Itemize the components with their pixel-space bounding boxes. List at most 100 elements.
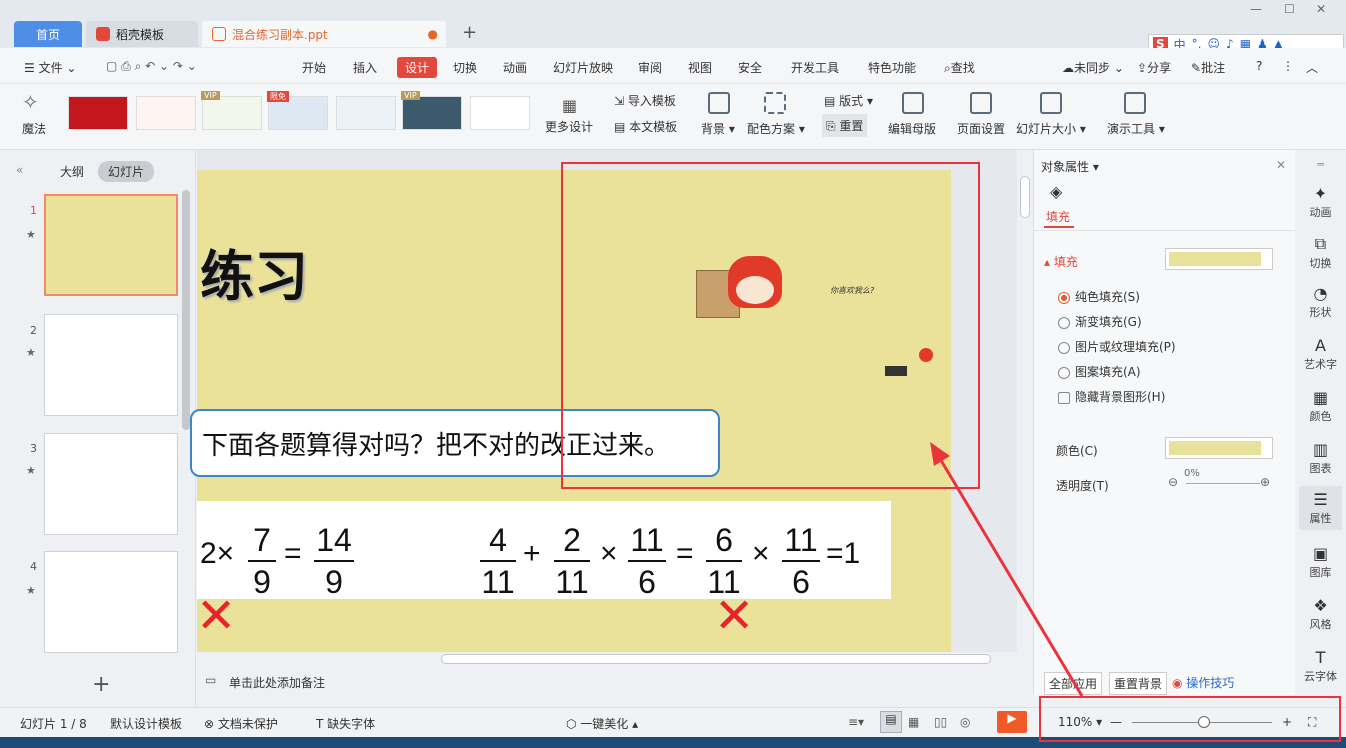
transparency-slider[interactable] bbox=[1186, 483, 1260, 484]
horizontal-scrollbar[interactable] bbox=[197, 652, 1017, 666]
protection-status[interactable]: ⊗ 文档未保护 bbox=[204, 715, 278, 732]
design-thumb-7[interactable] bbox=[470, 96, 530, 130]
slides-scrollbar[interactable] bbox=[182, 190, 190, 430]
more-button[interactable]: ⋮ bbox=[1282, 59, 1294, 73]
fill-tab[interactable]: 填充 bbox=[1046, 208, 1070, 225]
missing-font-button[interactable]: T 缺失字体 bbox=[316, 715, 375, 732]
sidebar-gallery[interactable]: ▣ 图库 bbox=[1295, 544, 1346, 580]
color-dropdown[interactable] bbox=[1165, 437, 1273, 459]
eq1-frac1: 79 bbox=[248, 522, 276, 600]
reset-button[interactable]: ⎘ 重置 bbox=[822, 114, 868, 137]
sidebar-chart[interactable]: ▥ 图表 bbox=[1295, 440, 1346, 476]
vertical-scroll-thumb[interactable] bbox=[1020, 176, 1030, 218]
text-template-button[interactable]: ▤ 本文模板 bbox=[614, 118, 677, 135]
design-thumb-6[interactable]: VIP bbox=[401, 91, 462, 130]
add-slide-button[interactable]: + bbox=[92, 672, 110, 697]
solid-fill-radio[interactable]: 纯色填充(S) bbox=[1058, 288, 1140, 305]
tab-home[interactable]: 首页 bbox=[14, 21, 82, 47]
slide-thumbnail-2[interactable] bbox=[44, 314, 178, 416]
notes-view-button[interactable]: ≡▾ bbox=[848, 715, 864, 729]
magic-button[interactable]: 魔法 bbox=[22, 120, 46, 137]
color-scheme-button[interactable]: 配色方案 ▾ bbox=[747, 120, 805, 137]
notes-bar[interactable]: ▭ 单击此处添加备注 bbox=[197, 668, 1033, 696]
normal-view-button[interactable]: ▤ bbox=[880, 711, 902, 733]
design-thumb-1[interactable] bbox=[68, 96, 128, 130]
properties-header[interactable]: 对象属性 ▾ bbox=[1041, 158, 1099, 175]
file-menu[interactable]: ☰ 文件 ⌄ bbox=[24, 59, 76, 76]
sorter-view-button[interactable]: ▦ bbox=[908, 715, 919, 729]
edit-master-button[interactable]: 编辑母版 bbox=[888, 120, 936, 137]
layout-button[interactable]: ▤ 版式 ▾ bbox=[824, 92, 873, 109]
design-template-label[interactable]: 默认设计模板 bbox=[110, 715, 182, 732]
sidebar-properties[interactable]: ☰ 属性 bbox=[1299, 486, 1342, 530]
sidebar-transition[interactable]: ⧉ 切换 bbox=[1295, 234, 1346, 271]
menu-security[interactable]: 安全 bbox=[738, 59, 762, 76]
present-tools-button[interactable]: 演示工具 ▾ bbox=[1107, 120, 1165, 137]
sidebar-colors[interactable]: ▦ 颜色 bbox=[1295, 388, 1346, 424]
sidebar-wordart[interactable]: A 艺术字 bbox=[1295, 336, 1346, 372]
fill-color-dropdown[interactable] bbox=[1165, 248, 1273, 270]
minimize-button[interactable]: — bbox=[1250, 2, 1262, 16]
sync-status[interactable]: ☁未同步 ⌄ bbox=[1062, 59, 1124, 76]
presenter-view-button[interactable]: ◎ bbox=[960, 715, 970, 729]
menu-design[interactable]: 设计 bbox=[397, 57, 438, 78]
transparency-minus-button[interactable]: ⊖ bbox=[1168, 475, 1178, 489]
sidebar-shapes[interactable]: ◔ 形状 bbox=[1295, 284, 1346, 320]
tab-document[interactable]: 混合练习副本.ppt ● bbox=[202, 21, 446, 47]
collapse-ribbon-button[interactable]: ︿ bbox=[1306, 59, 1318, 76]
picture-fill-radio[interactable]: 图片或纹理填充(P) bbox=[1058, 338, 1176, 355]
beautify-button[interactable]: ⬡ 一键美化 ▴ bbox=[566, 715, 638, 732]
more-design-button[interactable]: 更多设计 bbox=[545, 118, 593, 135]
menu-devtools[interactable]: 开发工具 bbox=[791, 59, 839, 76]
menu-special[interactable]: 特色功能 bbox=[868, 59, 916, 76]
help-button[interactable]: ? bbox=[1256, 59, 1262, 73]
outline-tab[interactable]: 大纲 bbox=[60, 163, 84, 180]
design-thumb-4[interactable]: 限免 bbox=[267, 91, 328, 130]
slide-size-icon bbox=[1040, 92, 1062, 114]
design-thumb-5[interactable] bbox=[336, 96, 396, 130]
slide-thumbnail-3[interactable] bbox=[44, 433, 178, 535]
fill-section-header[interactable]: ▴ 填充 bbox=[1044, 253, 1078, 270]
new-tab-button[interactable]: + bbox=[462, 22, 477, 43]
maximize-button[interactable]: ☐ bbox=[1284, 2, 1295, 16]
sidebar-style[interactable]: ❖ 风格 bbox=[1295, 596, 1346, 632]
import-template-button[interactable]: ⇲ 导入模板 bbox=[614, 92, 676, 109]
page-setup-button[interactable]: 页面设置 bbox=[957, 120, 1005, 137]
cloud-icon: ☁ bbox=[1062, 61, 1074, 75]
search-button[interactable]: ⌕查找 bbox=[944, 59, 975, 76]
slides-tab[interactable]: 幻灯片 bbox=[98, 161, 155, 182]
design-thumb-2[interactable] bbox=[136, 96, 196, 130]
background-button[interactable]: 背景 ▾ bbox=[701, 120, 735, 137]
menu-animation[interactable]: 动画 bbox=[503, 59, 527, 76]
slide-size-button[interactable]: 幻灯片大小 ▾ bbox=[1016, 120, 1086, 137]
comment-button[interactable]: ✎批注 bbox=[1191, 59, 1225, 76]
hide-bg-checkbox[interactable]: 隐藏背景图形(H) bbox=[1058, 388, 1165, 405]
reset-background-button[interactable]: 重置背景 bbox=[1109, 672, 1168, 695]
slide-title[interactable]: 练习 bbox=[200, 232, 308, 311]
annotation-arrow bbox=[930, 442, 1084, 697]
collapse-panel-icon[interactable]: « bbox=[16, 163, 23, 177]
close-panel-icon[interactable]: ✕ bbox=[1276, 158, 1286, 172]
slide-thumbnail-4[interactable] bbox=[44, 551, 178, 653]
menu-slideshow[interactable]: 幻灯片放映 bbox=[553, 59, 613, 76]
quick-access-toolbar[interactable]: ▢ ⎙ ⌕ ↶ ⌄ ↷ ⌄ bbox=[106, 59, 197, 74]
menu-transition[interactable]: 切换 bbox=[453, 59, 477, 76]
menu-start[interactable]: 开始 bbox=[302, 59, 326, 76]
slide-thumbnail-1[interactable] bbox=[44, 194, 178, 296]
share-button[interactable]: ⇪分享 bbox=[1137, 59, 1171, 76]
pattern-fill-radio[interactable]: 图案填充(A) bbox=[1058, 363, 1141, 380]
transparency-plus-button[interactable]: ⊕ bbox=[1260, 475, 1270, 489]
gradient-fill-radio[interactable]: 渐变填充(G) bbox=[1058, 313, 1142, 330]
menu-review[interactable]: 审阅 bbox=[638, 59, 662, 76]
sidebar-cloud-font[interactable]: T 云字体 bbox=[1295, 648, 1346, 684]
horizontal-scroll-thumb[interactable] bbox=[441, 654, 991, 664]
menu-view[interactable]: 视图 bbox=[688, 59, 712, 76]
reading-view-button[interactable]: ▯▯ bbox=[934, 715, 947, 729]
sidebar-animation[interactable]: ✦ 动画 bbox=[1295, 184, 1346, 220]
menu-insert[interactable]: 插入 bbox=[353, 59, 377, 76]
tips-link[interactable]: ◉ 操作技巧 bbox=[1172, 674, 1234, 691]
play-slideshow-button[interactable]: ▶ bbox=[997, 711, 1027, 733]
close-window-button[interactable]: ✕ bbox=[1316, 2, 1326, 16]
tab-template[interactable]: 稻壳模板 bbox=[86, 21, 198, 47]
design-thumb-3[interactable]: VIP bbox=[201, 91, 262, 130]
